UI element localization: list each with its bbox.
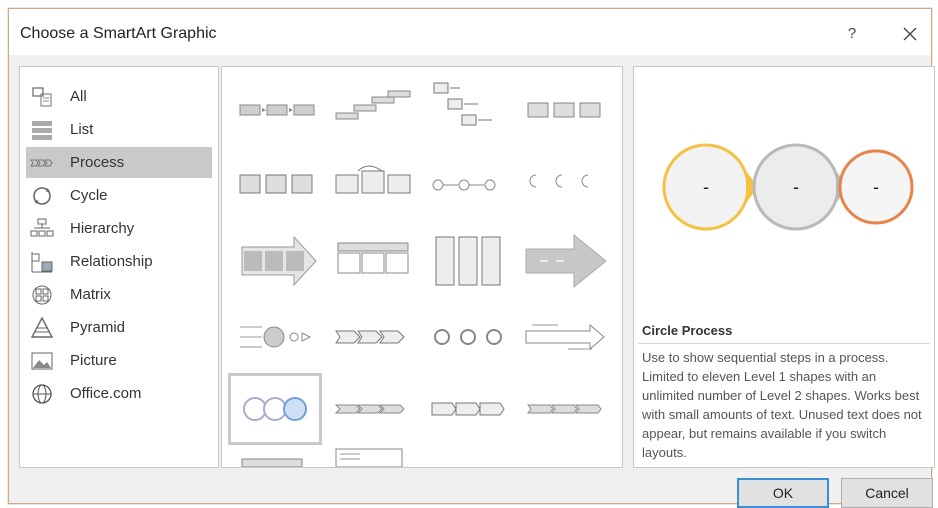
layout-tile[interactable]: [234, 305, 320, 369]
category-item-picture[interactable]: Picture: [26, 345, 212, 376]
category-item-relationship[interactable]: Relationship: [26, 246, 212, 277]
ok-button[interactable]: OK: [737, 478, 829, 508]
chevron-list-thumbnail: [432, 179, 496, 191]
circle-process-preview: - - -: [662, 143, 914, 231]
close-button[interactable]: [897, 21, 923, 47]
layout-tile[interactable]: [330, 229, 416, 293]
layout-tile[interactable]: [426, 377, 512, 441]
process-icon: [30, 159, 53, 166]
process-arrows-thumbnail: [241, 235, 317, 287]
category-label: Office.com: [70, 385, 142, 402]
layout-tile[interactable]: [522, 229, 608, 293]
layout-tile-circle-process[interactable]: [228, 373, 322, 445]
category-label: Picture: [70, 352, 117, 369]
continuous-block-thumbnail: [335, 165, 411, 194]
layout-tile[interactable]: [234, 153, 320, 217]
category-item-cycle[interactable]: Cycle: [26, 180, 212, 211]
chevron-process-thumbnail: [334, 404, 405, 414]
pyramid-icon: [30, 315, 54, 338]
preview-circle-label: -: [703, 177, 709, 197]
category-list: All List Process Cycle Hierarchy Relatio…: [19, 66, 219, 468]
layout-tile[interactable]: [330, 305, 416, 369]
layout-tile[interactable]: [234, 77, 320, 141]
dialog-title: Choose a SmartArt Graphic: [20, 25, 217, 42]
category-label: All: [70, 88, 87, 105]
title-bar: Choose a SmartArt Graphic ?: [9, 9, 931, 55]
category-item-process[interactable]: Process: [26, 147, 212, 178]
category-item-pyramid[interactable]: Pyramid: [26, 312, 212, 343]
layout-tile[interactable]: [330, 153, 416, 217]
layout-tile[interactable]: [426, 305, 512, 369]
preview-circle-label: -: [873, 177, 879, 197]
category-label: Process: [70, 154, 125, 171]
category-label: Relationship: [70, 253, 153, 270]
preview-pane: - - - Circle Process Use to show sequent…: [633, 66, 935, 468]
preview-circle-label: -: [793, 177, 799, 197]
globe-icon: [32, 383, 52, 404]
preview-description: Use to show sequential steps in a proces…: [638, 343, 930, 463]
all-icon: [32, 86, 52, 107]
layout-gallery: ▲ ▼: [221, 66, 623, 468]
category-label: List: [70, 121, 94, 138]
hierarchy-icon: [30, 218, 54, 236]
category-label: Hierarchy: [70, 220, 135, 237]
vertical-process-thumbnail: [435, 236, 501, 286]
layout-tile[interactable]: [522, 77, 608, 141]
close-icon: [903, 27, 917, 41]
category-item-matrix[interactable]: Matrix: [26, 279, 212, 310]
list-icon: [32, 120, 52, 140]
preview-title: Circle Process: [642, 323, 733, 338]
category-item-hierarchy[interactable]: Hierarchy: [26, 213, 212, 244]
smartart-dialog: Choose a SmartArt Graphic ? All List Pro…: [8, 8, 935, 508]
arrow-ribbon-thumbnail: [525, 323, 605, 351]
layout-tile[interactable]: [522, 305, 608, 369]
alternating-flow-thumbnail: [239, 174, 313, 194]
basic-chevron-thumbnail: [527, 404, 602, 414]
help-button[interactable]: ?: [841, 23, 863, 45]
basic-process-thumbnail: [239, 104, 315, 116]
layout-tile[interactable]: [234, 445, 320, 467]
category-label: Cycle: [70, 187, 108, 204]
pentagon-process-thumbnail: [431, 402, 505, 416]
layout-tile[interactable]: [522, 377, 608, 441]
category-item-list[interactable]: List: [26, 114, 212, 145]
upward-arrow-thumbnail: [525, 233, 607, 289]
dialog-body: All List Process Cycle Hierarchy Relatio…: [19, 66, 935, 468]
layout-tile[interactable]: [426, 77, 512, 141]
repeating-bending-thumbnail: [241, 458, 303, 467]
detailed-process-thumbnail: [240, 326, 312, 348]
layout-tile[interactable]: [522, 153, 608, 217]
matrix-icon: [32, 285, 52, 304]
half-circle-process-thumbnail: [529, 174, 589, 188]
category-label: Pyramid: [70, 319, 126, 336]
circle-process-thumbnail: [243, 397, 307, 421]
step-up-process-thumbnail: [335, 90, 411, 120]
continuous-arrow-thumbnail: [335, 448, 403, 467]
accent-process-thumbnail: [527, 102, 601, 118]
layout-tile[interactable]: [330, 77, 416, 141]
picture-icon: [31, 352, 53, 369]
cancel-button[interactable]: Cancel: [841, 478, 933, 508]
category-label: Matrix: [70, 286, 111, 303]
layout-tile[interactable]: [426, 229, 512, 293]
layout-tile[interactable]: [330, 445, 416, 467]
relationship-icon: [31, 251, 53, 272]
layout-tile[interactable]: [234, 229, 320, 293]
layout-tile[interactable]: [330, 377, 416, 441]
gear-process-thumbnail: [434, 329, 502, 345]
step-down-process-thumbnail: [433, 82, 492, 126]
cycle-icon: [33, 186, 51, 205]
arrow-chain-thumbnail: [335, 330, 405, 344]
segmented-process-thumbnail: [337, 242, 409, 274]
category-item-all[interactable]: All: [26, 81, 212, 112]
category-item-office-com[interactable]: Office.com: [26, 378, 212, 409]
layout-tile[interactable]: [426, 153, 512, 217]
